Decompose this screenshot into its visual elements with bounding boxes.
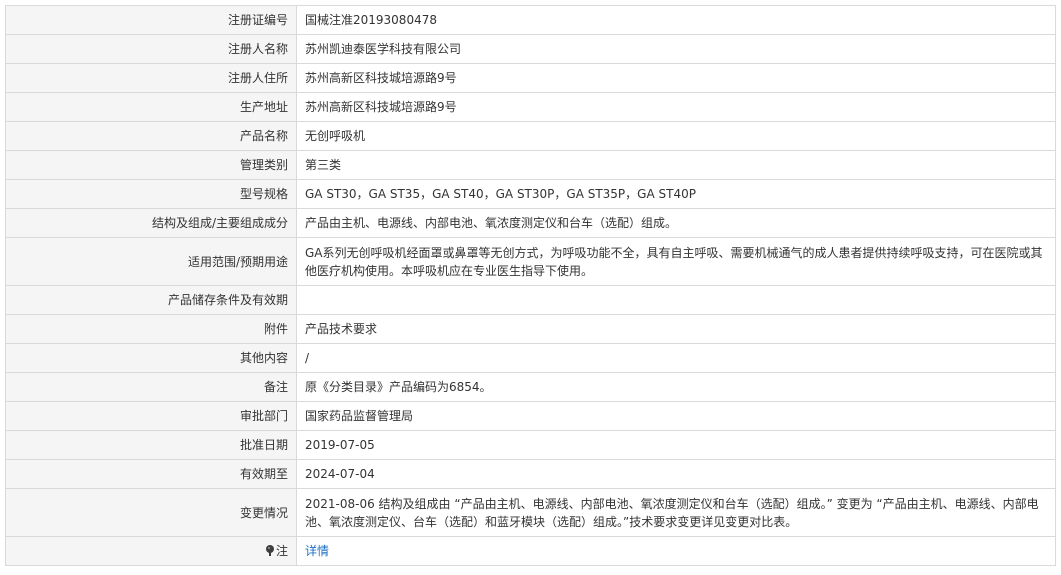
- value-approval-department: 国家药品监督管理局: [296, 401, 1056, 431]
- value-model-spec: GA ST30，GA ST35，GA ST40，GA ST30P，GA ST35…: [296, 179, 1056, 209]
- label-product-name: 产品名称: [5, 121, 297, 151]
- row-note: 注 详情: [5, 536, 1056, 566]
- value-structure-composition: 产品由主机、电源线、内部电池、氧浓度测定仪和台车（选配）组成。: [296, 208, 1056, 238]
- row-attachment: 附件 产品技术要求: [5, 314, 1056, 344]
- row-management-category: 管理类别 第三类: [5, 150, 1056, 180]
- value-product-name: 无创呼吸机: [296, 121, 1056, 151]
- value-management-category: 第三类: [296, 150, 1056, 180]
- row-remarks: 备注 原《分类目录》产品编码为6854。: [5, 372, 1056, 402]
- value-registration-number: 国械注准20193080478: [296, 5, 1056, 35]
- label-storage-conditions: 产品储存条件及有效期: [5, 285, 297, 315]
- row-other-content: 其他内容 /: [5, 343, 1056, 373]
- label-approval-date: 批准日期: [5, 430, 297, 460]
- label-note: 注: [5, 536, 297, 566]
- registration-record-page: 注册证编号 国械注准20193080478 注册人名称 苏州凯迪泰医学科技有限公…: [0, 0, 1061, 575]
- label-remarks: 备注: [5, 372, 297, 402]
- note-label: 注: [275, 544, 288, 558]
- label-change-history: 变更情况: [5, 488, 297, 537]
- row-registrant-name: 注册人名称 苏州凯迪泰医学科技有限公司: [5, 34, 1056, 64]
- row-approval-department: 审批部门 国家药品监督管理局: [5, 401, 1056, 431]
- label-model-spec: 型号规格: [5, 179, 297, 209]
- value-production-address: 苏州高新区科技城培源路9号: [296, 92, 1056, 122]
- value-remarks: 原《分类目录》产品编码为6854。: [296, 372, 1056, 402]
- value-storage-conditions: [296, 285, 1056, 315]
- label-attachment: 附件: [5, 314, 297, 344]
- label-production-address: 生产地址: [5, 92, 297, 122]
- label-registration-number: 注册证编号: [5, 5, 297, 35]
- label-intended-use: 适用范围/预期用途: [5, 237, 297, 286]
- row-product-name: 产品名称 无创呼吸机: [5, 121, 1056, 151]
- details-link[interactable]: 详情: [305, 544, 329, 558]
- value-approval-date: 2019-07-05: [296, 430, 1056, 460]
- value-other-content: /: [296, 343, 1056, 373]
- row-approval-date: 批准日期 2019-07-05: [5, 430, 1056, 460]
- value-registrant-name: 苏州凯迪泰医学科技有限公司: [296, 34, 1056, 64]
- row-change-history: 变更情况 2021-08-06 结构及组成由 “产品由主机、电源线、内部电池、氧…: [5, 488, 1056, 537]
- label-registrant-name: 注册人名称: [5, 34, 297, 64]
- row-valid-until: 有效期至 2024-07-04: [5, 459, 1056, 489]
- value-registrant-address: 苏州高新区科技城培源路9号: [296, 63, 1056, 93]
- row-intended-use: 适用范围/预期用途 GA系列无创呼吸机经面罩或鼻罩等无创方式，为呼吸功能不全，具…: [5, 237, 1056, 286]
- row-storage-conditions: 产品储存条件及有效期: [5, 285, 1056, 315]
- row-registration-number: 注册证编号 国械注准20193080478: [5, 5, 1056, 35]
- label-management-category: 管理类别: [5, 150, 297, 180]
- value-attachment: 产品技术要求: [296, 314, 1056, 344]
- row-production-address: 生产地址 苏州高新区科技城培源路9号: [5, 92, 1056, 122]
- label-registrant-address: 注册人住所: [5, 63, 297, 93]
- pin-icon: [265, 545, 274, 556]
- value-intended-use: GA系列无创呼吸机经面罩或鼻罩等无创方式，为呼吸功能不全，具有自主呼吸、需要机械…: [296, 237, 1056, 286]
- label-other-content: 其他内容: [5, 343, 297, 373]
- row-registrant-address: 注册人住所 苏州高新区科技城培源路9号: [5, 63, 1056, 93]
- registration-detail-table: 注册证编号 国械注准20193080478 注册人名称 苏州凯迪泰医学科技有限公…: [5, 5, 1056, 566]
- value-change-history: 2021-08-06 结构及组成由 “产品由主机、电源线、内部电池、氧浓度测定仪…: [296, 488, 1056, 537]
- value-note: 详情: [296, 536, 1056, 566]
- row-model-spec: 型号规格 GA ST30，GA ST35，GA ST40，GA ST30P，GA…: [5, 179, 1056, 209]
- label-approval-department: 审批部门: [5, 401, 297, 431]
- label-structure-composition: 结构及组成/主要组成成分: [5, 208, 297, 238]
- row-structure-composition: 结构及组成/主要组成成分 产品由主机、电源线、内部电池、氧浓度测定仪和台车（选配…: [5, 208, 1056, 238]
- value-valid-until: 2024-07-04: [296, 459, 1056, 489]
- label-valid-until: 有效期至: [5, 459, 297, 489]
